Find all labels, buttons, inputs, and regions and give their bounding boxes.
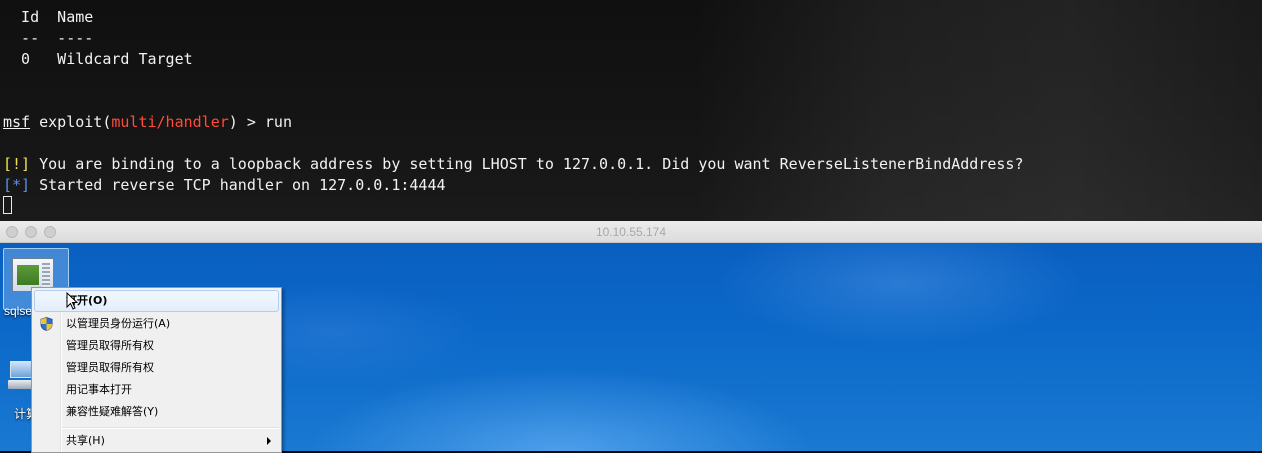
remote-window-title: 10.10.55.174 [595,225,667,239]
menu-item-compat-troubleshoot[interactable]: 兼容性疑难解答(Y) [34,401,279,423]
menu-item-run-as-admin[interactable]: 以管理员身份运行(A) [34,313,279,335]
status-line: [*] Started reverse TCP handler on 127.0… [3,175,446,196]
module-name: multi/handler [111,113,229,131]
menu-item-take-ownership-2[interactable]: 管理员取得所有权 [34,357,279,379]
input-line[interactable] [3,196,12,217]
warning-line: [!] You are binding to a loopback addres… [3,154,1023,175]
menu-item-label: 以管理员身份运行(A) [66,317,171,330]
menu-item-label: 用记事本打开 [66,383,132,396]
msf-prompt-line: msf exploit(multi/handler) > run [3,112,292,133]
status-tag: [*] [3,176,31,194]
table-header-line: Id Name [3,8,94,26]
msf-label: msf [3,113,31,131]
mouse-pointer-icon [66,292,78,310]
remote-window-titlebar[interactable]: 10.10.55.174 [0,221,1262,243]
target-row-line: 0 Wildcard Target [3,50,193,68]
menu-item-share[interactable]: 共享(H) [34,430,279,452]
terminal-window[interactable]: Id Name -- ---- 0 Wildcard Target msf ex… [0,0,1262,221]
menu-item-label: 管理员取得所有权 [66,339,154,352]
uac-shield-icon [40,317,53,331]
menu-item-label: 共享(H) [66,434,105,447]
menu-separator [62,427,279,429]
menu-item-label: 兼容性疑难解答(Y) [66,405,159,418]
status-text: Started reverse TCP handler on 127.0.0.1… [30,176,446,194]
menu-item-label: 管理员取得所有权 [66,361,154,374]
menu-item-take-ownership-1[interactable]: 管理员取得所有权 [34,335,279,357]
menu-item-open-with-notepad[interactable]: 用记事本打开 [34,379,279,401]
text-cursor [3,196,12,214]
table-rule-line: -- ---- [3,29,94,47]
exploit-close: ) > run [228,113,292,131]
submenu-arrow-icon [267,437,271,445]
warning-tag: [!] [3,155,31,173]
warning-text: You are binding to a loopback address by… [30,155,1024,173]
exploit-open: exploit( [30,113,112,131]
context-menu: 打开(O) 以管理员身份运行(A) 管理员取得所有权 管理员取得所有权 用记事本… [31,287,282,453]
desktop-icon-label: sqlse [4,304,33,318]
